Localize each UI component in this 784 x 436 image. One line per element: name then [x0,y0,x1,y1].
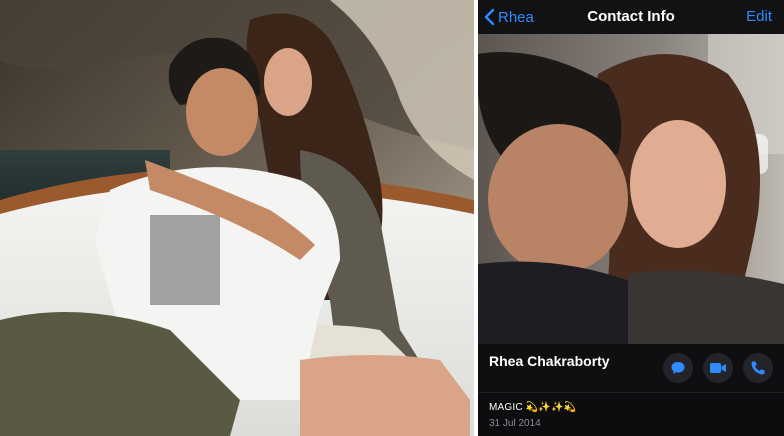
message-icon [671,362,685,374]
screenshot-root: Rhea Contact Info Edit Rhea Chakraborty … [0,0,784,436]
couple-boat-photo [0,0,474,436]
about-section: MAGIC 💫✨✨💫 31 Jul 2014 [478,393,784,436]
contact-profile-photo-illustration [478,34,784,344]
contact-info-screen: Rhea Contact Info Edit Rhea Chakraborty … [478,0,784,436]
edit-button[interactable]: Edit [746,8,772,25]
couple-boat-photo-illustration [0,0,474,436]
voice-call-button[interactable] [743,353,773,383]
about-status-text: MAGIC 💫✨✨💫 [489,402,577,413]
about-status-date: 31 Jul 2014 [489,418,541,429]
contact-header-bar: Rhea Chakraborty [478,344,784,392]
video-call-button[interactable] [703,353,733,383]
message-button[interactable] [663,353,693,383]
chevron-left-icon [484,8,495,26]
back-button-label: Rhea [498,8,534,26]
contact-name: Rhea Chakraborty [489,353,610,369]
back-button[interactable]: Rhea [483,6,534,28]
video-icon [710,363,726,373]
navigation-bar: Rhea Contact Info Edit [478,0,784,34]
contact-profile-photo[interactable] [478,34,784,344]
phone-icon [751,361,765,375]
